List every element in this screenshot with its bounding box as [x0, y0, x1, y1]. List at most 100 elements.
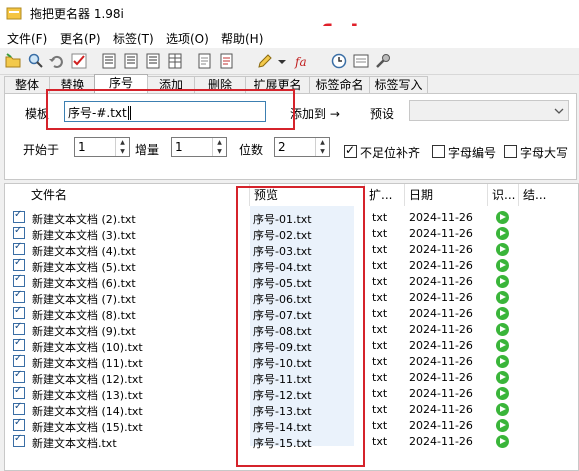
- table-row[interactable]: 新建文本文档 (9).txt 序号-08.txt txt 2024-11-26: [5, 321, 579, 338]
- tab-delete[interactable]: 删除: [194, 76, 246, 94]
- column-result[interactable]: 结...: [519, 184, 549, 206]
- date-cell: 2024-11-26: [409, 227, 473, 240]
- table-row[interactable]: 新建文本文档 (5).txt 序号-04.txt txt 2024-11-26: [5, 257, 579, 274]
- date-cell: 2024-11-26: [409, 387, 473, 400]
- document-2-icon[interactable]: [218, 52, 236, 70]
- uppercase-label: 字母大写: [520, 146, 569, 160]
- open-folder-icon[interactable]: [4, 52, 22, 70]
- table-row[interactable]: 新建文本文档.txt 序号-15.txt txt 2024-11-26: [5, 433, 579, 450]
- row-checkbox[interactable]: [13, 417, 25, 431]
- column-preview[interactable]: 预览: [250, 184, 365, 206]
- menu-options[interactable]: 选项(O): [166, 30, 209, 47]
- row-checkbox[interactable]: [13, 321, 25, 335]
- row-checkbox[interactable]: [13, 433, 25, 447]
- digits-spinner[interactable]: 2 ▲ ▼: [274, 137, 330, 157]
- row-checkbox[interactable]: [13, 257, 25, 271]
- table-row[interactable]: 新建文本文档 (7).txt 序号-06.txt txt 2024-11-26: [5, 289, 579, 306]
- status-ok-icon: [496, 323, 509, 336]
- column-identify[interactable]: 识...: [488, 184, 519, 206]
- table-row[interactable]: 新建文本文档 (4).txt 序号-03.txt txt 2024-11-26: [5, 241, 579, 258]
- number-list-3-icon[interactable]: [144, 52, 162, 70]
- column-filename[interactable]: 文件名: [5, 184, 250, 206]
- filename-cell: 新建文本文档 (2).txt: [32, 213, 136, 226]
- filename-cell: 新建文本文档 (5).txt: [32, 261, 136, 274]
- menu-file[interactable]: 文件(F): [7, 30, 47, 47]
- date-cell: 2024-11-26: [409, 275, 473, 288]
- letters-icon[interactable]: fa: [294, 52, 312, 70]
- spin-up-icon[interactable]: ▲: [213, 138, 226, 147]
- table-row[interactable]: 新建文本文档 (8).txt 序号-07.txt txt 2024-11-26: [5, 305, 579, 322]
- table-row[interactable]: 新建文本文档 (13).txt 序号-12.txt txt 2024-11-26: [5, 385, 579, 402]
- clock-icon[interactable]: [330, 52, 348, 70]
- column-date[interactable]: 日期: [405, 184, 488, 206]
- row-checkbox[interactable]: [13, 289, 25, 303]
- filename-cell: 新建文本文档 (9).txt: [32, 325, 136, 338]
- pencil-icon[interactable]: [256, 52, 274, 70]
- table-row[interactable]: 新建文本文档 (11).txt 序号-10.txt txt 2024-11-26: [5, 353, 579, 370]
- row-checkbox[interactable]: [13, 353, 25, 367]
- filename-cell: 新建文本文档 (15).txt: [32, 421, 143, 434]
- extension-cell: txt: [372, 355, 388, 368]
- date-cell: 2024-11-26: [409, 355, 473, 368]
- status-ok-icon: [496, 243, 509, 256]
- table-row[interactable]: 新建文本文档 (15).txt 序号-14.txt txt 2024-11-26: [5, 417, 579, 434]
- chevron-down-icon[interactable]: [276, 52, 288, 70]
- tab-tag-naming[interactable]: 标签命名: [309, 76, 370, 94]
- table-row[interactable]: 新建文本文档 (14).txt 序号-13.txt txt 2024-11-26: [5, 401, 579, 418]
- menu-tags[interactable]: 标签(T): [113, 30, 154, 47]
- row-checkbox[interactable]: [13, 305, 25, 319]
- extension-cell: txt: [372, 387, 388, 400]
- check-icon[interactable]: [70, 52, 88, 70]
- undo-icon[interactable]: [48, 52, 66, 70]
- number-list-2-icon[interactable]: [122, 52, 140, 70]
- row-checkbox[interactable]: [13, 225, 25, 239]
- row-checkbox[interactable]: [13, 337, 25, 351]
- tab-replace[interactable]: 替换: [49, 76, 96, 94]
- row-checkbox[interactable]: [13, 241, 25, 255]
- row-checkbox[interactable]: [13, 209, 25, 223]
- row-checkbox[interactable]: [13, 401, 25, 415]
- menu-rename[interactable]: 更名(P): [60, 30, 101, 47]
- start-spinner[interactable]: 1 ▲ ▼: [74, 137, 130, 157]
- table-icon[interactable]: [166, 52, 184, 70]
- table-row[interactable]: 新建文本文档 (10).txt 序号-09.txt txt 2024-11-26: [5, 337, 579, 354]
- tag-icon[interactable]: [352, 52, 370, 70]
- status-ok-icon: [496, 339, 509, 352]
- file-list[interactable]: 文件名 预览 扩... 日期 识... 结... 新建文本文档 (2).txt 序…: [4, 183, 579, 471]
- number-list-icon[interactable]: [100, 52, 118, 70]
- spin-down-icon[interactable]: ▼: [116, 147, 129, 156]
- table-row[interactable]: 新建文本文档 (6).txt 序号-05.txt txt 2024-11-26: [5, 273, 579, 290]
- filename-cell: 新建文本文档 (4).txt: [32, 245, 136, 258]
- tab-overall[interactable]: 整体: [4, 76, 50, 94]
- pad-checkbox[interactable]: [344, 143, 357, 158]
- preset-select[interactable]: [409, 100, 569, 121]
- tab-tag-write[interactable]: 标签写入: [369, 76, 428, 94]
- tools-icon[interactable]: [374, 52, 392, 70]
- filename-cell: 新建文本文档.txt: [32, 437, 117, 450]
- tab-sequence[interactable]: 序号: [94, 74, 148, 95]
- row-checkbox[interactable]: [13, 273, 25, 287]
- document-icon[interactable]: [196, 52, 214, 70]
- tab-extended-rename[interactable]: 扩展更名: [245, 76, 310, 94]
- column-extension[interactable]: 扩...: [365, 184, 405, 206]
- spin-down-icon[interactable]: ▼: [213, 147, 226, 156]
- add-to-label[interactable]: 添加到 →: [290, 105, 340, 122]
- row-checkbox[interactable]: [13, 369, 25, 383]
- template-input[interactable]: 序号-#.txt: [64, 101, 266, 122]
- table-row[interactable]: 新建文本文档 (2).txt 序号-01.txt txt 2024-11-26: [5, 209, 579, 226]
- table-row[interactable]: 新建文本文档 (12).txt 序号-11.txt txt 2024-11-26: [5, 369, 579, 386]
- preview-cell: 序号-03.txt: [253, 245, 312, 258]
- step-spinner[interactable]: 1 ▲ ▼: [171, 137, 227, 157]
- date-cell: 2024-11-26: [409, 435, 473, 448]
- search-icon[interactable]: [26, 52, 44, 70]
- spin-down-icon[interactable]: ▼: [316, 147, 329, 156]
- spin-up-icon[interactable]: ▲: [116, 138, 129, 147]
- table-row[interactable]: 新建文本文档 (3).txt 序号-02.txt txt 2024-11-26: [5, 225, 579, 242]
- tab-add[interactable]: 添加: [147, 76, 195, 94]
- uppercase-checkbox[interactable]: [504, 145, 517, 158]
- row-checkbox[interactable]: [13, 385, 25, 399]
- spin-up-icon[interactable]: ▲: [316, 138, 329, 147]
- template-label: 模板: [25, 107, 50, 121]
- letter-number-checkbox[interactable]: [432, 145, 445, 158]
- menu-help[interactable]: 帮助(H): [221, 30, 263, 47]
